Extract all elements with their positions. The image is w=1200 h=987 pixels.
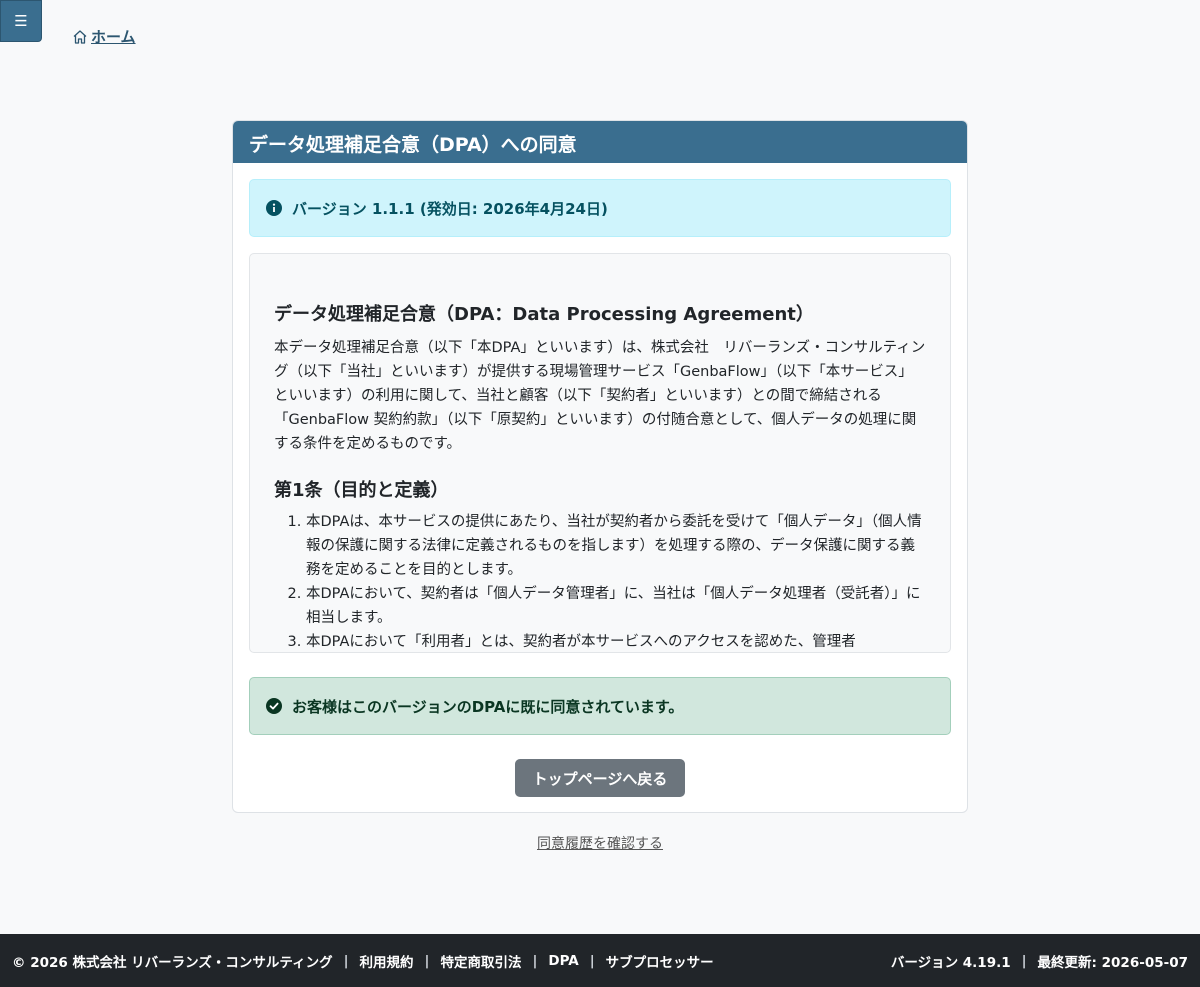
dpa-section-list: 本DPAは、本サービスの提供にあたり、当社が契約者から委託を受けて「個人データ」…: [274, 510, 926, 652]
home-icon: [73, 29, 87, 44]
breadcrumb-home-link[interactable]: ホーム: [72, 26, 136, 47]
version-alert: バージョン 1.1.1 (発効日: 2026年4月24日): [249, 179, 951, 237]
list-item: 本DPAにおいて「利用者」とは、契約者が本サービスへのアクセスを認めた、管理者: [306, 630, 926, 652]
version-text: バージョン 1.1.1 (発効日: 2026年4月24日): [292, 199, 608, 218]
dpa-document-title: データ処理補足合意（DPA：Data Processing Agreement）: [274, 304, 814, 325]
history-link-row: 同意履歴を確認する: [0, 833, 1200, 853]
page: ☰ ホーム データ処理補足合意（DPA）への同意 バージョン 1.1.1 (発効…: [0, 0, 1200, 987]
card-body: バージョン 1.1.1 (発効日: 2026年4月24日) データ処理補足合意（…: [233, 163, 967, 797]
footer-separator: |: [424, 952, 430, 969]
card-title: データ処理補足合意（DPA）への同意: [233, 121, 967, 163]
footer-separator: |: [1021, 952, 1027, 969]
footer-left: © 2026 株式会社 リバーランズ・コンサルティング | 利用規約 | 特定商…: [12, 951, 714, 971]
footer-dpa-link[interactable]: DPA: [548, 953, 578, 969]
consent-status-text: お客様はこのバージョンのDPAに既に同意されています。: [292, 697, 684, 716]
menu-toggle-button[interactable]: ☰: [0, 0, 42, 42]
footer-separator: |: [343, 952, 349, 969]
breadcrumb-home-label: ホーム: [91, 28, 136, 46]
check-circle-icon: [266, 698, 282, 714]
footer-tokusho-link[interactable]: 特定商取引法: [440, 951, 521, 971]
footer-copyright: © 2026 株式会社 リバーランズ・コンサルティング: [12, 954, 333, 971]
footer-separator: |: [532, 952, 538, 969]
footer-version: バージョン 4.19.1: [890, 954, 1011, 971]
button-row: トップページへ戻る: [249, 759, 951, 797]
hamburger-icon: ☰: [14, 12, 28, 30]
footer-last-updated: 最終更新: 2026-05-07: [1037, 954, 1188, 971]
footer: © 2026 株式会社 リバーランズ・コンサルティング | 利用規約 | 特定商…: [0, 934, 1200, 987]
back-to-top-button[interactable]: トップページへ戻る: [515, 759, 685, 797]
consent-history-link[interactable]: 同意履歴を確認する: [537, 836, 663, 852]
dpa-consent-card: データ処理補足合意（DPA）への同意 バージョン 1.1.1 (発効日: 202…: [232, 120, 968, 813]
dpa-intro-text: 本データ処理補足合意（以下「本DPA」といいます）は、株式会社 リバーランズ・コ…: [274, 340, 926, 452]
list-item: 本DPAは、本サービスの提供にあたり、当社が契約者から委託を受けて「個人データ」…: [306, 510, 926, 582]
consent-status-alert: お客様はこのバージョンのDPAに既に同意されています。: [249, 677, 951, 735]
dpa-scroll-area[interactable]: データ処理補足合意（DPA：Data Processing Agreement）…: [249, 253, 951, 653]
footer-subprocessors-link[interactable]: サブプロセッサー: [606, 951, 714, 971]
footer-right: バージョン 4.19.1 | 最終更新: 2026-05-07: [891, 951, 1188, 971]
dpa-section-title: 第1条（目的と定義）: [274, 480, 449, 501]
footer-separator: |: [589, 952, 595, 969]
list-item: 本DPAにおいて、契約者は「個人データ管理者」に、当社は「個人データ処理者（受託…: [306, 582, 926, 630]
footer-terms-link[interactable]: 利用規約: [360, 951, 414, 971]
info-circle-icon: [266, 200, 282, 216]
